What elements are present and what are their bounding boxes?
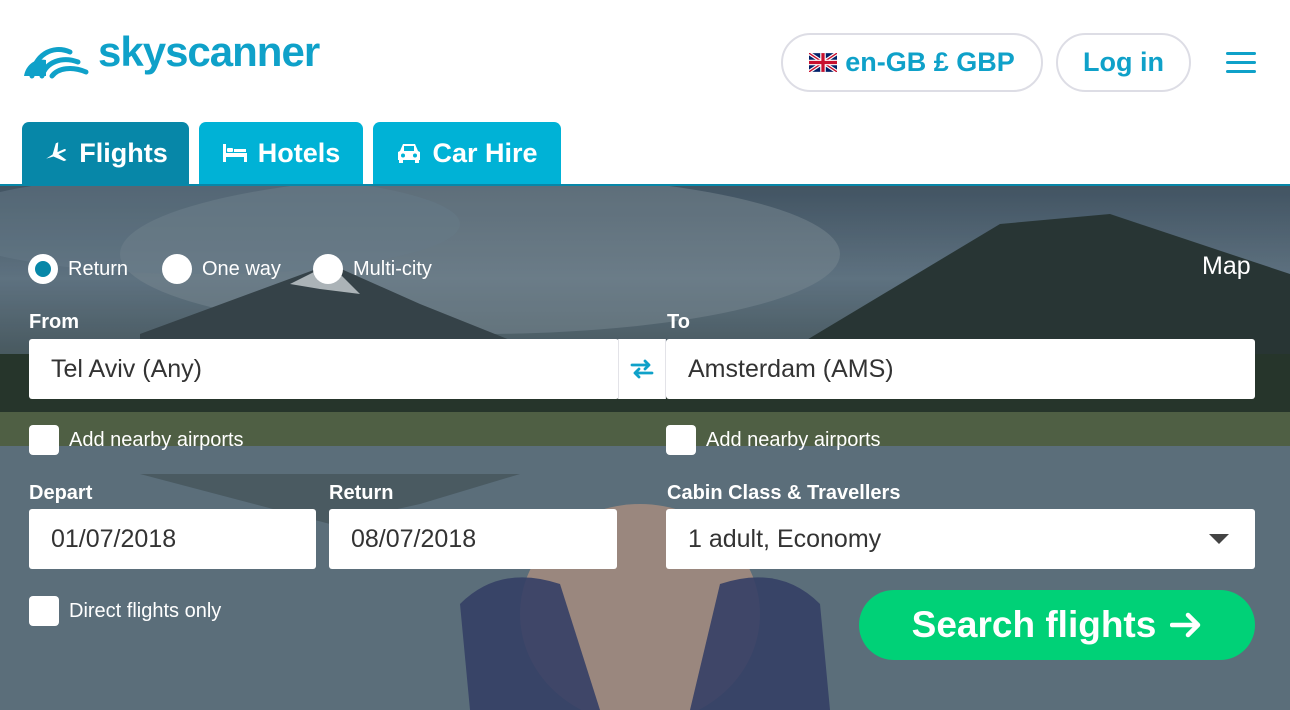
depart-label: Depart	[29, 482, 93, 504]
tab-label: Car Hire	[432, 137, 538, 168]
site-header: skyscanner en-GB £ GBP Log in Flights Ho…	[0, 0, 1290, 184]
search-flights-button[interactable]: Search flights	[859, 590, 1255, 660]
trip-type-multi-city[interactable]: Multi-city	[313, 254, 432, 284]
nearby-airports-from[interactable]: Add nearby airports	[29, 425, 244, 455]
tabs-divider	[0, 184, 1290, 186]
radio-button[interactable]	[162, 254, 192, 284]
hamburger-menu-icon[interactable]	[1224, 50, 1258, 76]
to-label: To	[667, 311, 690, 333]
return-date-input[interactable]: 08/07/2018	[329, 509, 617, 569]
trip-type-label: Return	[68, 257, 129, 280]
radio-button[interactable]	[313, 254, 343, 284]
checkbox[interactable]	[666, 425, 696, 455]
tab-label: Hotels	[257, 137, 341, 168]
login-button[interactable]: Log in	[1056, 33, 1191, 92]
cabin-label: Cabin Class & Travellers	[667, 482, 901, 504]
checkbox[interactable]	[29, 425, 59, 455]
tab-car-hire[interactable]: Car Hire	[373, 122, 561, 184]
trip-type-return[interactable]: Return	[28, 254, 128, 284]
return-label: Return	[329, 482, 394, 504]
checkbox-label: Add nearby airports	[706, 428, 881, 451]
swap-destinations-button[interactable]	[618, 339, 666, 399]
from-label: From	[29, 311, 79, 333]
tab-label: Flights	[79, 137, 168, 168]
locale-label: en-GB £ GBP	[845, 47, 1015, 77]
logo-text: skyscanner	[98, 28, 320, 75]
from-input[interactable]: Tel Aviv (Any)	[29, 339, 619, 399]
swap-arrows-icon	[630, 359, 654, 379]
product-tabs: Flights Hotels Car Hire	[22, 122, 561, 184]
bed-icon	[222, 144, 247, 162]
search-hero: Return One way Multi-city Map From To Te…	[0, 184, 1290, 710]
skyscanner-logo[interactable]: skyscanner	[22, 28, 320, 80]
radio-button[interactable]	[28, 254, 58, 284]
checkbox-label: Direct flights only	[69, 599, 222, 622]
direct-flights-only[interactable]: Direct flights only	[29, 596, 221, 626]
uk-flag-icon	[809, 53, 838, 72]
depart-date-input[interactable]: 01/07/2018	[29, 509, 316, 569]
nearby-airports-to[interactable]: Add nearby airports	[666, 425, 881, 455]
to-input[interactable]: Amsterdam (AMS)	[666, 339, 1255, 399]
tab-hotels[interactable]: Hotels	[199, 122, 363, 184]
checkbox[interactable]	[29, 596, 59, 626]
trip-type-label: One way	[202, 257, 281, 280]
search-button-label: Search flights	[911, 604, 1157, 645]
plane-icon	[46, 142, 67, 162]
dropdown-arrow-icon	[1209, 534, 1229, 544]
locale-currency-button[interactable]: en-GB £ GBP	[781, 33, 1043, 92]
sunrise-logo-icon	[24, 47, 89, 79]
cabin-value: 1 adult, Economy	[688, 524, 882, 553]
car-icon	[398, 144, 421, 163]
arrow-right-icon	[1170, 612, 1201, 638]
cabin-travellers-select[interactable]: 1 adult, Economy	[666, 509, 1255, 569]
checkbox-label: Add nearby airports	[69, 428, 244, 451]
tab-flights[interactable]: Flights	[22, 122, 189, 184]
trip-type-one-way[interactable]: One way	[162, 254, 281, 284]
trip-type-label: Multi-city	[353, 257, 432, 280]
map-link[interactable]: Map	[1202, 252, 1251, 281]
